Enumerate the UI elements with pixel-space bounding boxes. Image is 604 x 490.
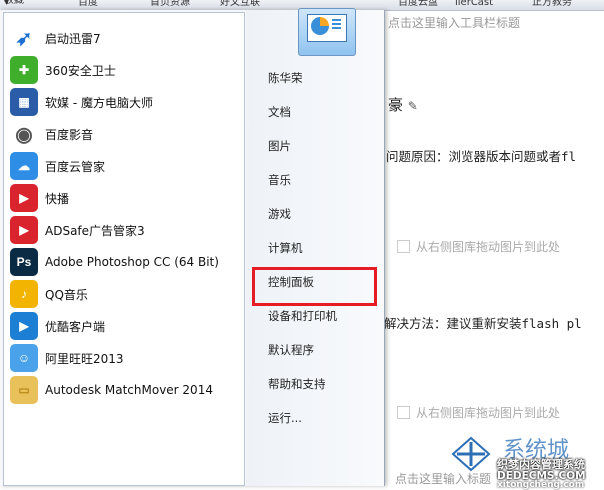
start-menu: ➶ 启动迅雷7 ✚ 360安全卫士 ▦ 软媒 - 魔方电脑大师 ◉ 百度影音 ☁ 百度云管家 ▶ 快播… [0, 8, 385, 486]
qq-music-icon: ♪ [10, 280, 38, 308]
film-reel-icon: ◉ [15, 123, 33, 146]
help-support-link[interactable]: 帮助和支持 [268, 376, 326, 392]
program-label: 优酷客户端 [45, 319, 106, 334]
program-item[interactable]: Ps Adobe Photoshop CC (64 Bit) [10, 247, 242, 277]
program-item[interactable]: ♪ QQ音乐 [10, 279, 242, 309]
program-label: Autodesk MatchMover 2014 [45, 383, 213, 397]
program-item[interactable]: ▶ 优酷客户端 [10, 311, 242, 341]
run-link[interactable]: 运行... [268, 410, 302, 426]
default-programs-link[interactable]: 默认程序 [268, 342, 314, 358]
360-safe-icon: ✚ [10, 56, 38, 84]
programs-list: ➶ 启动迅雷7 ✚ 360安全卫士 ▦ 软媒 - 魔方电脑大师 ◉ 百度影音 ☁ 百度云管家 ▶ 快播… [3, 12, 245, 486]
image-placeholder-icon [397, 406, 410, 419]
watermark-line3: xitongcheng.com [497, 480, 585, 490]
computer-link[interactable]: 计算机 [268, 240, 303, 256]
program-item[interactable]: ▶ 快播 [10, 183, 242, 213]
places-pane [246, 10, 384, 486]
program-label: ADSafe广告管家3 [45, 223, 145, 238]
image-drop-hint-2[interactable]: 从右侧图库拖动图片到此处 [397, 404, 560, 421]
folder-icon: ▭ [10, 376, 38, 404]
program-label: Adobe Photoshop CC (64 Bit) [45, 255, 219, 269]
program-label: 快播 [45, 191, 70, 206]
games-link[interactable]: 游戏 [268, 206, 291, 222]
documents-link[interactable]: 文档 [268, 104, 291, 120]
pictures-link[interactable]: 图片 [268, 138, 291, 154]
youku-icon: ▶ [10, 312, 38, 340]
program-item[interactable]: ☺ 阿里旺旺2013 [10, 343, 242, 373]
aliwangwang-icon: ☺ [10, 344, 38, 372]
image-placeholder-icon [397, 240, 410, 253]
bookmark-friends[interactable]: 好文互联 [220, 0, 260, 8]
bookmark-baiduyun[interactable]: 百度云盘 [398, 0, 438, 8]
program-item[interactable]: ▭ Autodesk MatchMover 2014 [10, 375, 242, 405]
program-label: 360安全卫士 [45, 63, 116, 78]
program-item[interactable]: ➶ 启动迅雷7 [10, 23, 242, 53]
watermark: 系统城 织梦内容管理系统 DEDECMS.COM xitongcheng.com [445, 430, 604, 490]
music-link[interactable]: 音乐 [268, 172, 291, 188]
program-label: 阿里旺旺2013 [45, 351, 124, 366]
qvod-icon: ▶ [10, 184, 38, 212]
solution-text: 解决方法：建议重新安装flash pl [384, 316, 582, 331]
bookmark-resources[interactable]: 首页资源 [150, 0, 190, 8]
devices-printers-link[interactable]: 设备和打印机 [268, 308, 337, 324]
photoshop-icon: Ps [10, 248, 38, 276]
bookmark-liercast[interactable]: lierCast [455, 0, 493, 8]
program-item[interactable]: ▦ 软媒 - 魔方电脑大师 [10, 87, 242, 117]
problem-text: 问题原因：浏览器版本问题或者fl [386, 149, 577, 164]
bookmark-favorites[interactable]: 收藏 ▾ [4, 0, 24, 8]
program-item[interactable]: ☁ 百度云管家 [10, 151, 242, 181]
article-title: 豪 ✎ [388, 96, 418, 114]
program-label: QQ音乐 [45, 287, 88, 302]
program-item[interactable]: ✚ 360安全卫士 [10, 55, 242, 85]
program-label: 软媒 - 魔方电脑大师 [45, 95, 153, 110]
windows-logo-icon [451, 436, 491, 472]
user-picture[interactable] [298, 8, 356, 56]
program-item[interactable]: ◉ 百度影音 [10, 119, 242, 149]
bookmark-jiaowu[interactable]: 正方教务 [532, 0, 572, 8]
image-drop-hint-1[interactable]: 从右侧图库拖动图片到此处 [397, 238, 560, 255]
bookmark-baidu[interactable]: 百度 [78, 0, 98, 8]
thunder-icon: ➶ [15, 27, 33, 50]
program-label: 启动迅雷7 [45, 31, 101, 46]
program-item[interactable]: ▶ ADSafe广告管家3 [10, 215, 242, 245]
baidu-cloud-icon: ☁ [10, 152, 38, 180]
user-name-link[interactable]: 陈华荣 [268, 70, 303, 86]
highlight-box [252, 267, 377, 306]
program-label: 百度云管家 [45, 159, 106, 174]
program-label: 百度影音 [45, 127, 94, 142]
edit-pencil-icon[interactable]: ✎ [408, 99, 418, 113]
toolbar-title-hint[interactable]: 点击这里输入工具栏标题 [388, 14, 520, 31]
rubik-cube-icon: ▦ [10, 88, 38, 116]
adsafe-icon: ▶ [10, 216, 38, 244]
